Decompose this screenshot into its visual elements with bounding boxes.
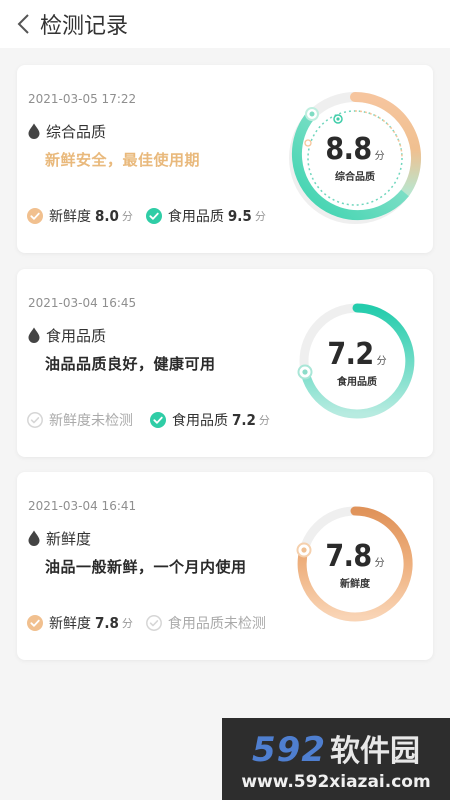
metric-unit: 分 <box>121 210 133 223</box>
record-description: 油品品质良好，健康可用 <box>45 355 216 373</box>
oil-drop-icon <box>28 327 40 343</box>
record-description: 油品一般新鲜，一个月内使用 <box>45 558 247 576</box>
gauge-unit: 分 <box>374 151 385 162</box>
quality-metric: 食用品质未检测 <box>145 613 270 633</box>
metric-label: 食用品质 <box>167 209 224 225</box>
metrics-row: 新鲜度未检测 食用品质 7.2 分 <box>27 410 270 430</box>
gauge-center: 7.2 分 食用品质 <box>309 337 405 389</box>
gauge-score: 7.8 <box>325 539 372 574</box>
quality-metric: 食用品质 7.2 分 <box>150 410 270 430</box>
freshness-metric: 新鲜度未检测 <box>27 410 137 430</box>
metric-unit: 分 <box>258 414 270 427</box>
record-description: 新鲜安全，最佳使用期 <box>45 151 201 169</box>
category-label: 新鲜度 <box>46 529 92 548</box>
quality-metric: 食用品质 9.5 分 <box>145 206 266 226</box>
gauge-knob-dot <box>301 547 307 553</box>
record-date: 2021-03-04 16:41 <box>28 499 137 513</box>
oil-drop-icon <box>28 123 40 139</box>
watermark-url: www.592xiazai.com <box>241 772 431 792</box>
metrics-row: 新鲜度 7.8 分 食用品质未检测 <box>27 613 270 633</box>
record-card[interactable]: 2021-03-04 16:45 食用品质 油品品质良好，健康可用 新鲜度未检测… <box>17 269 433 457</box>
freshness-metric: 新鲜度 8.0 分 <box>27 206 133 226</box>
check-circle-icon <box>150 412 166 428</box>
gauge-knob-dot <box>302 369 308 375</box>
metric-label: 食用品质未检测 <box>167 616 266 632</box>
watermark-logo-text: 软件园 <box>329 734 420 769</box>
record-date: 2021-03-05 17:22 <box>28 92 137 106</box>
oil-drop-icon <box>28 530 40 546</box>
gauge-label: 新鲜度 <box>340 579 370 590</box>
record-category: 综合品质 <box>27 120 106 142</box>
gauge-score: 7.2 <box>327 337 374 372</box>
category-label: 综合品质 <box>46 122 107 141</box>
record-date: 2021-03-04 16:45 <box>28 296 137 310</box>
site-watermark: 592 软件园 www.592xiazai.com <box>222 718 450 800</box>
chevron-left-icon[interactable] <box>14 10 36 38</box>
check-circle-icon <box>27 208 43 224</box>
record-category: 新鲜度 <box>27 527 91 549</box>
freshness-metric: 新鲜度 7.8 分 <box>27 613 133 633</box>
check-circle-outline-icon <box>145 615 162 631</box>
gauge-unit: 分 <box>376 356 387 367</box>
metric-label: 食用品质 <box>172 413 228 429</box>
record-card[interactable]: 2021-03-04 16:41 新鲜度 油品一般新鲜，一个月内使用 新鲜度 7… <box>17 472 433 660</box>
category-label: 食用品质 <box>46 326 107 345</box>
check-circle-icon <box>145 208 162 224</box>
metric-value: 9.5 <box>227 207 252 225</box>
gauge-score: 8.8 <box>325 132 372 167</box>
metric-value: 8.0 <box>95 207 119 225</box>
metric-value: 7.2 <box>232 411 256 429</box>
gauge-center: 8.8 分 综合品质 <box>307 132 403 184</box>
metric-unit: 分 <box>121 617 133 630</box>
check-circle-outline-icon <box>27 412 43 428</box>
check-circle-icon <box>27 615 43 631</box>
metrics-row: 新鲜度 8.0 分 食用品质 9.5 分 <box>27 206 266 226</box>
gauge-center: 7.8 分 新鲜度 <box>307 539 403 591</box>
watermark-logo-number: 592 <box>252 730 326 770</box>
metric-unit: 分 <box>254 210 266 223</box>
gauge-knob-dot <box>309 111 315 117</box>
watermark-logo: 592 软件园 <box>222 726 450 770</box>
record-card[interactable]: 2021-03-05 17:22 综合品质 新鲜安全，最佳使用期 新鲜度 8.0… <box>17 65 433 253</box>
metric-value: 7.8 <box>95 614 119 632</box>
inner-knob-dot <box>336 117 340 121</box>
record-category: 食用品质 <box>27 324 106 346</box>
metric-label: 新鲜度 <box>49 616 91 632</box>
metric-label: 新鲜度未检测 <box>49 413 133 429</box>
top-bar: 检测记录 <box>0 0 450 48</box>
gauge-label: 食用品质 <box>337 377 377 388</box>
metric-label: 新鲜度 <box>49 209 91 225</box>
gauge-label: 综合品质 <box>335 172 375 183</box>
gauge-unit: 分 <box>374 558 385 569</box>
page-title: 检测记录 <box>40 14 129 39</box>
